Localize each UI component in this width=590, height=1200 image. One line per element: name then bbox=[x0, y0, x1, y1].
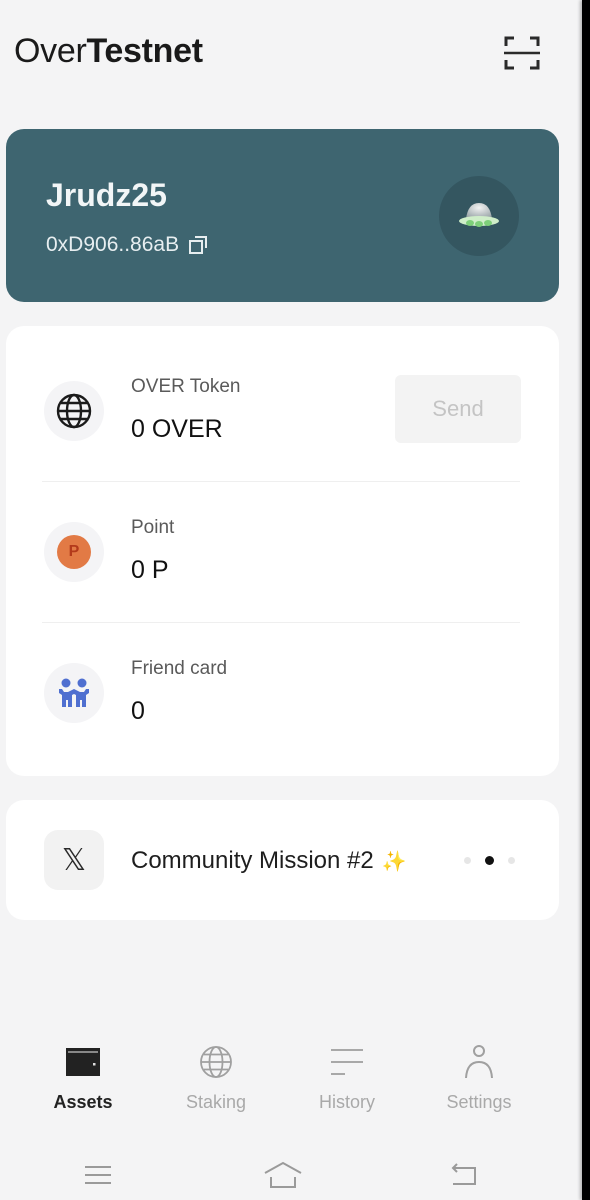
nav-label: Staking bbox=[185, 1092, 247, 1112]
nav-label: History bbox=[318, 1092, 375, 1112]
carousel-indicator bbox=[464, 856, 515, 865]
copy-address-button[interactable] bbox=[187, 234, 209, 256]
asset-value: 0 P bbox=[131, 556, 169, 584]
asset-icon-wrap: P bbox=[44, 522, 104, 582]
nav-tab-staking[interactable]: Staking bbox=[161, 1040, 271, 1120]
nav-tab-history[interactable]: History bbox=[292, 1040, 402, 1120]
asset-value: 0 bbox=[131, 697, 145, 725]
device-edge bbox=[582, 0, 590, 1200]
asset-row-point[interactable]: P Point 0 P bbox=[6, 483, 559, 623]
mission-title-row: Community Mission #2 ✨ bbox=[131, 847, 407, 875]
asset-label: Point bbox=[131, 517, 175, 538]
x-logo-icon: 𝕏 bbox=[44, 830, 104, 890]
carousel-dot-active[interactable] bbox=[485, 856, 494, 865]
globe-icon bbox=[56, 393, 92, 429]
wallet-address-row: 0xD906..86aB bbox=[46, 233, 209, 257]
asset-icon-wrap bbox=[44, 663, 104, 723]
nav-label: Settings bbox=[446, 1092, 512, 1112]
app-title: OverTestnet bbox=[14, 32, 203, 71]
wallet-address: 0xD906..86aB bbox=[46, 233, 180, 256]
profile-name: Jrudz25 bbox=[46, 177, 167, 213]
app-title-light: Over bbox=[14, 32, 87, 70]
divider bbox=[42, 481, 520, 482]
nav-label: Assets bbox=[53, 1092, 113, 1112]
app-header: OverTestnet bbox=[0, 0, 582, 110]
nav-icon-wrap bbox=[329, 1040, 365, 1084]
wallet-icon bbox=[66, 1048, 100, 1076]
sparkle-icon: ✨ bbox=[381, 850, 407, 873]
back-icon bbox=[451, 1163, 476, 1185]
home-icon bbox=[264, 1161, 302, 1188]
asset-row-over-token[interactable]: OVER Token 0 OVER Send bbox=[6, 342, 559, 482]
asset-label: Friend card bbox=[131, 658, 228, 679]
back-button[interactable] bbox=[444, 1160, 484, 1190]
nav-tab-settings[interactable]: Settings bbox=[424, 1040, 534, 1120]
nav-tab-assets[interactable]: Assets bbox=[28, 1040, 138, 1120]
nav-icon-wrap bbox=[65, 1040, 101, 1084]
asset-label: OVER Token bbox=[131, 376, 241, 397]
send-button[interactable]: Send bbox=[395, 375, 521, 443]
home-button[interactable] bbox=[263, 1160, 303, 1190]
system-nav-bar bbox=[0, 1150, 582, 1200]
scan-icon bbox=[504, 36, 540, 70]
mission-title: Community Mission #2 bbox=[131, 847, 374, 874]
asset-value: 0 OVER bbox=[131, 415, 223, 443]
person-icon bbox=[465, 1045, 493, 1079]
community-mission-card[interactable]: 𝕏 Community Mission #2 ✨ bbox=[6, 800, 559, 920]
profile-card: Jrudz25 0xD906..86aB bbox=[6, 129, 559, 302]
list-icon bbox=[331, 1049, 363, 1075]
bottom-nav: Assets Staking History Settings bbox=[0, 1040, 582, 1120]
asset-row-friend-card[interactable]: Friend card 0 bbox=[6, 624, 559, 764]
scan-button[interactable] bbox=[502, 34, 542, 72]
divider bbox=[42, 622, 520, 623]
copy-icon bbox=[189, 236, 208, 254]
app-title-bold: Testnet bbox=[86, 32, 203, 70]
recent-apps-button[interactable] bbox=[78, 1160, 118, 1190]
globe-icon bbox=[200, 1046, 232, 1078]
nav-icon-wrap bbox=[199, 1040, 233, 1084]
asset-icon-wrap bbox=[44, 381, 104, 441]
point-badge-icon: P bbox=[57, 535, 91, 569]
avatar[interactable] bbox=[439, 176, 519, 256]
ufo-icon bbox=[459, 203, 499, 227]
nav-icon-wrap bbox=[463, 1040, 495, 1084]
menu-icon bbox=[85, 1166, 111, 1184]
friends-icon bbox=[59, 678, 89, 707]
carousel-dot[interactable] bbox=[464, 857, 471, 864]
assets-card: OVER Token 0 OVER Send P Point 0 P Frien… bbox=[6, 326, 559, 776]
carousel-dot[interactable] bbox=[508, 857, 515, 864]
